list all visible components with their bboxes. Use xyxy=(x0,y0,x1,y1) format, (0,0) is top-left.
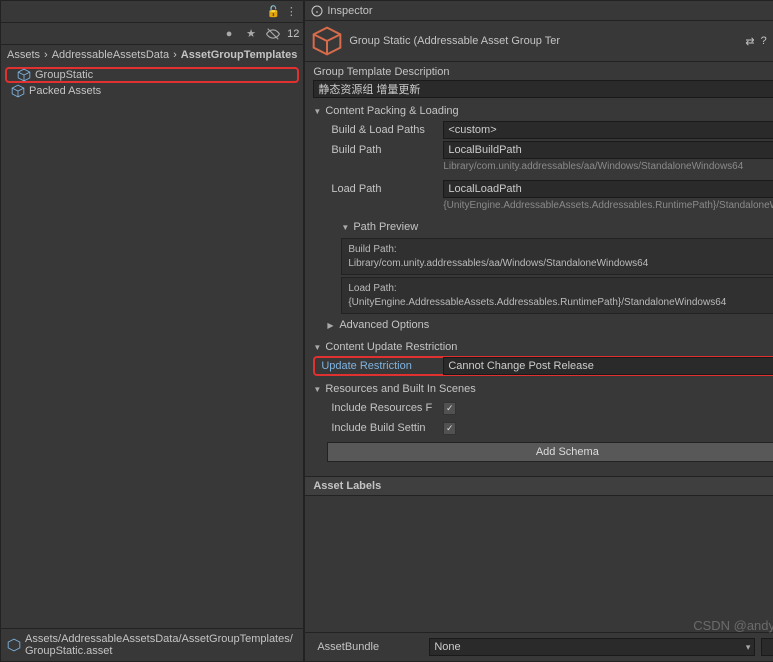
path-preview-label: Path Preview xyxy=(353,221,418,233)
hidden-icon[interactable] xyxy=(265,26,281,42)
project-toolbar: 🔓 ⋮ xyxy=(1,1,303,23)
asset-icon xyxy=(11,84,25,98)
update-restriction-row: Update Restriction Cannot Change Post Re… xyxy=(313,356,773,376)
advanced-label: Advanced Options xyxy=(339,319,429,331)
asset-item-label: Packed Assets xyxy=(29,85,101,97)
load-path-label: Load Path xyxy=(327,183,437,195)
favorite-icon[interactable]: ★ xyxy=(243,26,259,42)
section-header: Content Update Restriction xyxy=(325,341,457,353)
asset-icon xyxy=(7,638,21,652)
assetbundle-label: AssetBundle xyxy=(313,641,423,653)
breadcrumb-item[interactable]: AddressableAssetsData xyxy=(52,49,169,61)
hidden-count: 12 xyxy=(287,28,299,40)
include-resources-label: Include Resources F xyxy=(327,402,437,414)
project-filter-bar: ● ★ 12 xyxy=(1,23,303,45)
inspector-tab[interactable]: Inspector 🔓 ⋮ xyxy=(305,1,773,21)
help-icon[interactable]: ? xyxy=(761,35,767,47)
breadcrumb-item[interactable]: Assets xyxy=(7,49,40,61)
triangle-down-icon: ▼ xyxy=(313,385,321,394)
asset-labels-header[interactable]: Asset Labels xyxy=(305,476,773,496)
info-icon xyxy=(311,5,323,17)
lock-icon[interactable]: 🔓 xyxy=(265,4,281,20)
selected-path-footer: Assets/AddressableAssetsData/AssetGroupT… xyxy=(1,628,303,661)
build-path-label: Build Path xyxy=(327,144,437,156)
filter-icon[interactable]: ● xyxy=(221,26,237,42)
update-restriction-dropdown[interactable]: Cannot Change Post Release xyxy=(443,357,773,375)
watermark: CSDN @andyhwang xyxy=(693,618,773,633)
breadcrumb-item[interactable]: AssetGroupTemplates xyxy=(181,49,298,61)
add-schema-button[interactable]: Add Schema xyxy=(327,442,773,462)
resources-foldout[interactable]: ▼ Resources and Built In Scenes ⚙ xyxy=(313,380,773,398)
asset-item-label: GroupStatic xyxy=(35,69,93,81)
triangle-down-icon: ▼ xyxy=(313,343,321,352)
triangle-down-icon: ▼ xyxy=(313,107,321,116)
include-build-label: Include Build Settin xyxy=(327,422,437,434)
inspector-title: Group Static (Addressable Asset Group Te… xyxy=(349,35,739,47)
load-path-resolved: {UnityEngine.AddressableAssets.Addressab… xyxy=(443,199,773,212)
content-update-foldout[interactable]: ▼ Content Update Restriction ⚙ xyxy=(313,338,773,356)
asset-item-groupstatic[interactable]: GroupStatic xyxy=(5,67,299,83)
desc-input[interactable]: 静态资源组 增量更新 xyxy=(313,80,773,98)
section-header: Resources and Built In Scenes xyxy=(325,383,475,395)
triangle-right-icon: ▶ xyxy=(327,321,335,330)
inspector-header: Group Static (Addressable Asset Group Te… xyxy=(305,21,773,62)
asset-icon xyxy=(17,68,31,82)
include-resources-checkbox[interactable]: ✓ xyxy=(443,402,456,415)
menu-icon[interactable]: ⋮ xyxy=(283,4,299,20)
build-load-paths-label: Build & Load Paths xyxy=(327,124,437,136)
assetbundle-dropdown[interactable]: None xyxy=(429,638,755,656)
update-restriction-label: Update Restriction xyxy=(317,360,437,372)
build-load-paths-dropdown[interactable]: <custom> xyxy=(443,121,773,139)
group-template-icon xyxy=(311,25,343,57)
selected-path: Assets/AddressableAssetsData/AssetGroupT… xyxy=(25,633,297,657)
breadcrumb[interactable]: Assets› AddressableAssetsData› AssetGrou… xyxy=(1,45,303,65)
asset-tree: GroupStatic Packed Assets xyxy=(1,65,303,101)
section-header: Content Packing & Loading xyxy=(325,105,458,117)
inspector-tab-label: Inspector xyxy=(327,5,372,17)
advanced-options-foldout[interactable]: ▶ Advanced Options xyxy=(327,316,773,334)
assetbundle-variant-dropdown[interactable] xyxy=(761,638,773,656)
path-preview-foldout[interactable]: ▼ Path Preview xyxy=(327,218,773,236)
triangle-down-icon: ▼ xyxy=(341,223,349,232)
include-build-checkbox[interactable]: ✓ xyxy=(443,422,456,435)
content-packing-foldout[interactable]: ▼ Content Packing & Loading ⚙ xyxy=(313,102,773,120)
build-path-resolved: Library/com.unity.addressables/aa/Window… xyxy=(443,160,773,173)
path-preview-load: Load Path: {UnityEngine.AddressableAsset… xyxy=(341,277,773,314)
desc-label: Group Template Description xyxy=(313,66,773,78)
load-path-dropdown[interactable]: LocalLoadPath xyxy=(443,180,773,198)
preset-icon[interactable]: ⇄ xyxy=(745,35,754,48)
asset-item-packed[interactable]: Packed Assets xyxy=(1,83,303,99)
build-path-dropdown[interactable]: LocalBuildPath xyxy=(443,141,773,159)
path-preview-build: Build Path: Library/com.unity.addressabl… xyxy=(341,238,773,275)
